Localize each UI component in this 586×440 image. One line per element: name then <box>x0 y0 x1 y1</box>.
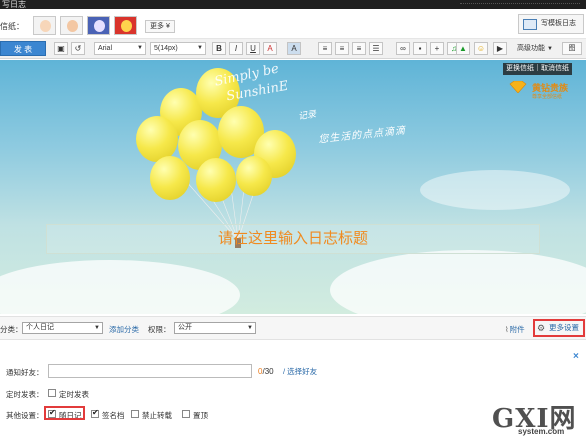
list-icon[interactable]: ☰ <box>369 42 383 55</box>
editor-toolbar: 发 表 ▣ ↺ Arial ▼ 5(14px) ▼ B I U A A ≡ ≡ ≡ … <box>0 39 586 59</box>
notify-friends-input[interactable] <box>48 364 252 378</box>
cloud-decor <box>0 260 240 314</box>
thumb-image-icon <box>94 20 105 32</box>
permission-select[interactable]: 公开 ▼ <box>174 322 256 334</box>
font-family-value: Arial <box>98 45 113 52</box>
cloud-decor <box>330 250 586 314</box>
font-family-select[interactable]: Arial ▼ <box>94 42 146 55</box>
gear-icon: ⚙ <box>537 323 546 333</box>
watermark-domain: system.com <box>518 427 565 436</box>
bold-button[interactable]: B <box>212 42 226 55</box>
advanced-features-label: 高级功能 <box>517 45 545 52</box>
notify-count: 0/30 <box>258 367 274 376</box>
stationery-bar: 信纸： 更多 ¥ 写模板日志 <box>0 9 586 39</box>
schedule-label: 定时发表： <box>6 390 44 399</box>
yellow-diamond-icon <box>509 81 527 93</box>
watermark-logo: GXI网 system.com <box>492 398 586 440</box>
permission-label: 权限： <box>148 325 171 334</box>
more-settings-button[interactable]: ⚙ 更多设置 <box>533 319 585 337</box>
stationery-thumb-4[interactable] <box>114 16 137 35</box>
add-category-link[interactable]: 添加分类 <box>109 324 139 335</box>
signature-option-label: 签名档 <box>102 411 125 420</box>
font-size-select[interactable]: 5(14px) ▼ <box>150 42 206 55</box>
font-size-value: 5(14px) <box>154 45 178 52</box>
permission-value: 公开 <box>178 324 192 331</box>
thumb-image-icon <box>121 20 132 32</box>
thumb-image-icon <box>67 20 78 32</box>
underline-button[interactable]: U <box>246 42 260 55</box>
stationery-thumb-3[interactable] <box>87 16 110 35</box>
font-color-button[interactable]: A <box>263 42 277 55</box>
category-select[interactable]: 个人日记 ▼ <box>22 322 103 334</box>
chevron-down-icon: ▼ <box>197 45 203 51</box>
close-icon[interactable]: × <box>573 351 579 362</box>
stationery-thumb-1[interactable] <box>33 16 56 35</box>
banner-hand-line2: 您生活的点点滴滴 <box>317 125 407 146</box>
no-repost-checkbox[interactable] <box>131 410 139 418</box>
stationery-label: 信纸： <box>0 22 24 31</box>
category-label: 分类： <box>0 325 23 334</box>
notify-count-max: 30 <box>264 367 274 376</box>
other-settings-label: 其他设置： <box>6 411 44 420</box>
stationery-thumb-2[interactable] <box>60 16 83 35</box>
add-icon[interactable]: + <box>430 42 444 55</box>
balloon-decor <box>236 156 272 196</box>
signature-checkbox[interactable] <box>91 408 99 418</box>
balloon-decor <box>196 158 236 202</box>
stationery-more-button[interactable]: 更多 ¥ <box>145 20 175 33</box>
select-friends-link[interactable]: / 选择好友 <box>283 366 317 377</box>
template-log-button[interactable]: 写模板日志 <box>518 14 584 34</box>
log-title-input[interactable]: 请在这里输入日志标题 <box>46 224 540 254</box>
emoji-icon[interactable]: ☺ <box>474 42 488 55</box>
vip-subtitle: 尊享全部信纸 <box>532 94 563 100</box>
top-divider <box>460 3 580 5</box>
banner-hand-line1: 记录 <box>297 108 317 122</box>
more-settings-label: 更多设置 <box>549 323 579 332</box>
align-center-icon[interactable]: ≡ <box>335 42 349 55</box>
image-manager-button[interactable]: 图 <box>562 42 582 55</box>
chevron-down-icon: ▼ <box>137 45 143 51</box>
photo-icon[interactable]: ▲ <box>456 42 470 55</box>
pin-top-option-label: 置顶 <box>193 411 208 420</box>
category-bar: 分类： 个人日记 ▼ 添加分类 权限： 公开 ▼ ⌇附件 ⚙ 更多设置 <box>0 316 586 340</box>
align-right-icon[interactable]: ≡ <box>352 42 366 55</box>
publish-button[interactable]: 发 表 <box>0 41 46 56</box>
schedule-checkbox[interactable] <box>48 389 56 397</box>
attachment-link[interactable]: ⌇附件 <box>505 324 525 335</box>
link-icon[interactable]: ∞ <box>396 42 410 55</box>
thumb-image-icon <box>40 20 51 32</box>
pin-top-checkbox[interactable] <box>182 410 190 418</box>
cloud-decor <box>420 170 570 210</box>
template-icon <box>523 19 537 30</box>
schedule-option-label: 定时发表 <box>59 390 89 399</box>
balloon-decor <box>150 156 190 200</box>
video-icon[interactable]: ▶ <box>493 42 507 55</box>
chevron-down-icon: ▼ <box>94 325 100 331</box>
no-repost-option-label: 禁止转载 <box>142 411 172 420</box>
undo-icon[interactable]: ↺ <box>71 42 85 55</box>
chevron-down-icon: ▼ <box>247 325 253 331</box>
category-value: 个人日记 <box>26 324 54 331</box>
top-bar: 写日志 <box>0 0 586 9</box>
attachment-label: 附件 <box>509 325 525 334</box>
advanced-features-dropdown[interactable]: 高级功能 ▼ <box>517 43 553 53</box>
image-icon[interactable]: ▪ <box>413 42 427 55</box>
chevron-down-icon: ▼ <box>546 46 553 52</box>
bg-color-button[interactable]: A <box>287 42 301 55</box>
change-stationery-link[interactable]: 更换信纸｜取消信纸 <box>503 63 572 75</box>
italic-button[interactable]: I <box>229 42 243 55</box>
align-left-icon[interactable]: ≡ <box>318 42 332 55</box>
save-icon[interactable]: ▣ <box>54 42 68 55</box>
notify-count-current: 0 <box>258 367 263 376</box>
highlight-box <box>44 406 85 420</box>
template-log-label: 写模板日志 <box>541 20 576 27</box>
stationery-banner: Simply be SunshinE 记录 您生活的点点滴滴 更换信纸｜取消信纸… <box>0 60 586 314</box>
paperclip-icon: ⌇ <box>505 325 509 334</box>
notify-friends-label: 通知好友： <box>6 368 44 377</box>
